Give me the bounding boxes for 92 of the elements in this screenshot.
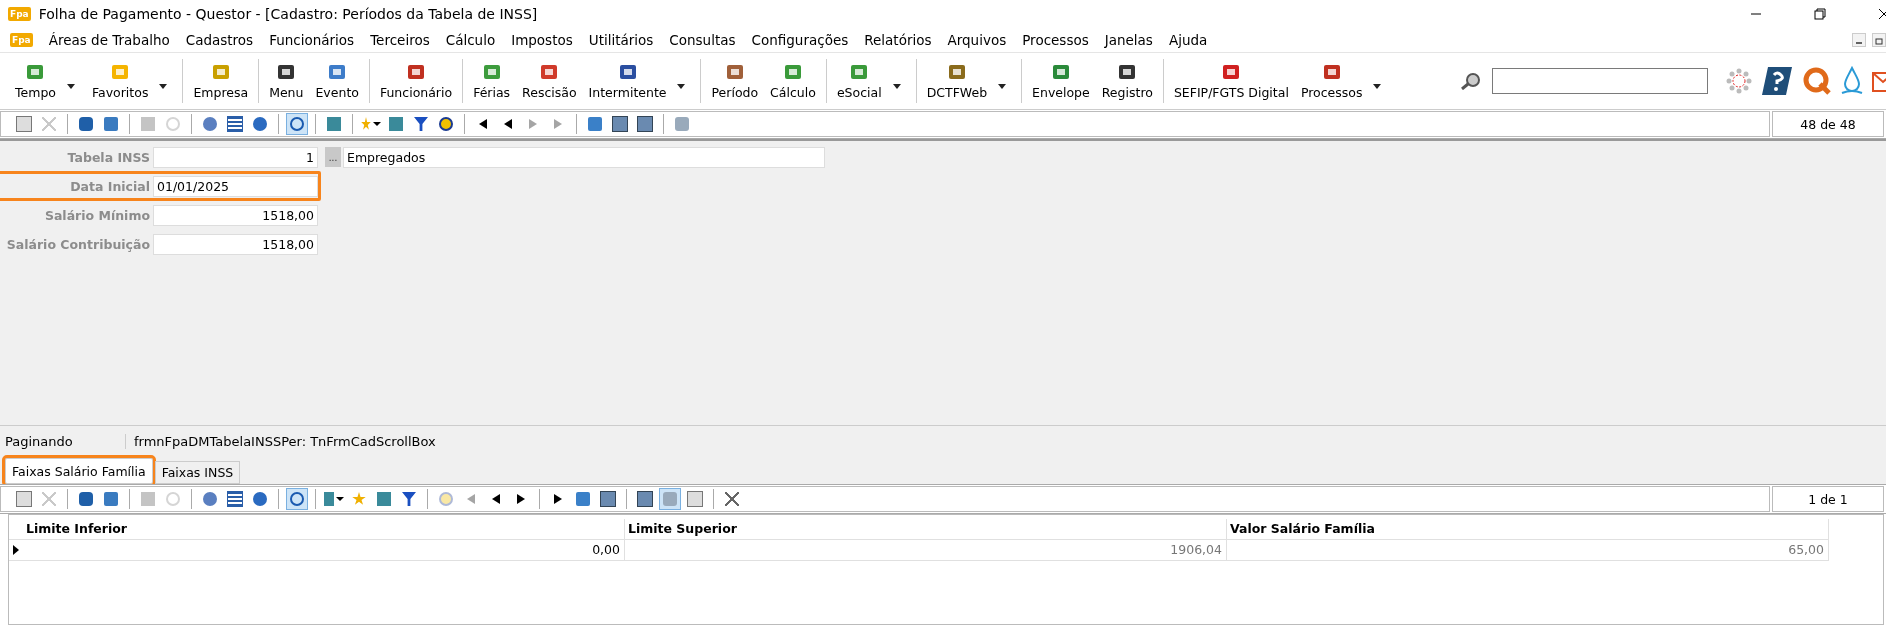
framed-square-icon — [849, 62, 870, 82]
framed-square-icon — [327, 62, 348, 82]
framed-square-icon — [110, 62, 131, 82]
list-icon[interactable] — [224, 488, 246, 510]
app-logo-icon: Fpa — [10, 33, 33, 47]
document-icon[interactable] — [13, 488, 35, 510]
menu-item[interactable]: Áreas de Trabalho — [40, 32, 178, 48]
framed-square-icon — [783, 62, 803, 82]
menu-item[interactable]: Consultas — [661, 32, 744, 48]
app-logo-icon: Fpa — [8, 7, 31, 21]
record-counter: 1 de 1 — [1772, 486, 1884, 512]
framed-square-icon — [210, 62, 231, 82]
input-field[interactable]: 1518,00 — [153, 233, 318, 255]
field-label: Salário Mínimo — [43, 207, 151, 223]
toolbar-button[interactable]: Empresa — [188, 60, 254, 102]
menu-item[interactable]: Funcionários — [261, 32, 363, 48]
document-icon[interactable] — [684, 488, 706, 510]
spinner-icon — [1726, 68, 1752, 94]
magnifier-icon — [1460, 72, 1482, 90]
framed-square-icon — [1117, 62, 1138, 82]
menu-item[interactable]: Janelas — [1096, 32, 1161, 48]
toolbar-button[interactable]: DCTFWeb — [921, 60, 993, 102]
status-text: frmnFpaDMTabelaINSSPer: TnFrmCadScrollBox — [133, 433, 436, 449]
caret-icon[interactable] — [998, 83, 1007, 89]
field-label: Salário Contribuição — [5, 236, 151, 252]
menu-item[interactable]: Configurações — [743, 32, 857, 48]
framed-square-icon — [539, 62, 560, 82]
description-field[interactable]: Empregados — [343, 146, 825, 168]
menu-item[interactable]: Cálculo — [437, 32, 504, 48]
framed-square-icon — [724, 62, 745, 82]
caret-icon[interactable] — [66, 83, 75, 89]
document-icon[interactable] — [13, 113, 35, 135]
restore-icon[interactable] — [1814, 8, 1826, 20]
menu-item[interactable]: Arquivos — [939, 32, 1015, 48]
toolbar-button[interactable]: Menu — [264, 60, 309, 102]
toolbar-button[interactable]: Envelope — [1027, 60, 1095, 102]
status-text: Paginando — [0, 433, 126, 449]
toolbar-button[interactable]: Processos — [1295, 60, 1368, 102]
menu-item[interactable]: Cadastros — [177, 32, 262, 48]
menu-item[interactable]: Impostos — [503, 32, 581, 48]
caret-icon[interactable] — [677, 83, 686, 89]
menu-item[interactable]: Ajuda — [1160, 32, 1216, 48]
table-cell: 65,00 — [1227, 540, 1829, 560]
framed-square-icon — [1221, 62, 1242, 82]
drop-icon[interactable] — [1840, 66, 1864, 96]
input-field[interactable]: 1518,00 — [153, 204, 318, 226]
framed-square-icon — [617, 62, 638, 82]
caret-icon[interactable] — [892, 83, 901, 89]
lookup-button[interactable]: ... — [325, 147, 341, 167]
list-icon[interactable] — [224, 113, 246, 135]
toolbar-button[interactable]: Intermitente — [583, 60, 672, 102]
toolbar-button[interactable]: Cálculo — [765, 60, 821, 102]
search-field[interactable] — [1492, 68, 1708, 94]
framed-square-icon — [1321, 62, 1342, 82]
toolbar-button[interactable]: Período — [706, 60, 764, 102]
tab[interactable]: Faixas Salário Família — [5, 458, 153, 484]
field-label: Tabela INSS — [66, 149, 151, 165]
framed-square-icon — [481, 62, 502, 82]
caret-icon[interactable] — [159, 83, 168, 89]
field-label: Data Inicial — [69, 178, 151, 194]
framed-square-icon — [25, 62, 46, 82]
framed-square-icon — [406, 62, 427, 82]
menu-item[interactable]: Relatórios — [856, 32, 940, 48]
help-book-icon[interactable] — [1760, 65, 1794, 97]
column-header[interactable]: Valor Salário Família — [1227, 519, 1829, 539]
input-field[interactable]: 01/01/2025 — [153, 175, 318, 197]
column-header[interactable]: Limite Inferior — [23, 519, 625, 539]
table-cell: 0,00 — [23, 540, 625, 560]
framed-square-icon — [1050, 62, 1071, 82]
column-header[interactable]: Limite Superior — [625, 519, 1227, 539]
toolbar-button[interactable]: Tempo — [10, 60, 61, 102]
framed-square-icon — [276, 62, 297, 82]
menu-item[interactable]: Utilitários — [580, 32, 662, 48]
minimize-icon[interactable] — [1852, 33, 1866, 47]
tab[interactable]: Faixas INSS — [154, 461, 241, 484]
menu-item[interactable]: Terceiros — [362, 32, 438, 48]
toolbar-button[interactable]: Evento — [310, 60, 364, 102]
input-field[interactable]: 1 — [153, 146, 318, 168]
window-title: Folha de Pagamento - Questor - [Cadastro: Períodos da Tabela de INSS] — [38, 6, 538, 22]
caret-icon[interactable] — [1373, 83, 1382, 89]
toolbar-button[interactable]: Favoritos — [86, 60, 154, 102]
toolbar-button[interactable]: eSocial — [831, 60, 887, 102]
toolbar-button[interactable]: Registro — [1096, 60, 1158, 102]
table-cell: 1906,04 — [625, 540, 1227, 560]
toolbar-button[interactable]: SEFIP/FGTS Digital — [1168, 60, 1294, 102]
toolbar-button[interactable]: Funcionário — [374, 60, 458, 102]
menu-item[interactable]: Processos — [1014, 32, 1097, 48]
toolbar-button[interactable]: Férias — [468, 60, 516, 102]
record-counter: 48 de 48 — [1772, 111, 1884, 137]
q-logo-icon[interactable] — [1802, 66, 1832, 96]
toolbar-button[interactable]: Rescisão — [517, 60, 582, 102]
framed-square-icon — [946, 62, 967, 82]
